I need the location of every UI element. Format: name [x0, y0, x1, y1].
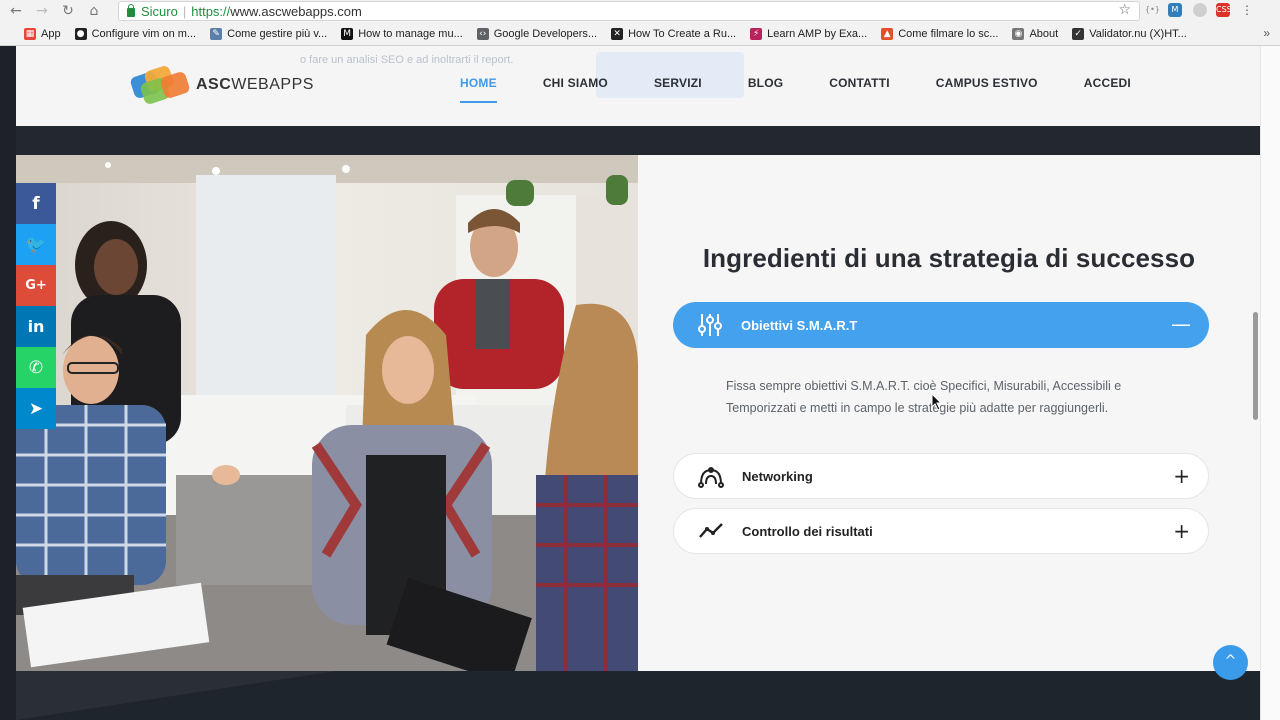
- url-scheme: https://: [191, 3, 231, 19]
- nav-item-accedi[interactable]: ACCEDI: [1084, 76, 1131, 90]
- bookmark-item[interactable]: ✕ How To Create a Ru...: [611, 27, 737, 40]
- code-icon: ‹›: [476, 27, 489, 40]
- bookmark-label: Configure vim on m...: [91, 27, 197, 40]
- accordion-item-1[interactable]: Obiettivi S.M.A.R.T —: [673, 302, 1209, 348]
- bookmarks-bar: ▦ App ● Configure vim on m... ✎ Come gestire …: [0, 22, 1280, 46]
- browser-toolbar: ← → ↻ ⌂ Sicuro | https:// www.ascwebapps…: [0, 0, 1280, 22]
- secure-label: Sicuro: [141, 3, 178, 19]
- extension-red-icon[interactable]: CSS: [1216, 3, 1232, 17]
- bookmark-label: Come filmare lo sc...: [898, 27, 999, 40]
- bookmark-item[interactable]: ✎ Come gestire più v...: [210, 27, 328, 40]
- nav-item-chi-siamo[interactable]: CHI SIAMO: [543, 76, 608, 90]
- bookmark-label: Learn AMP by Exa...: [767, 27, 868, 40]
- nav-item-contatti[interactable]: CONTATTI: [829, 76, 889, 90]
- browser-window: ← → ↻ ⌂ Sicuro | https:// www.ascwebapps…: [0, 0, 1280, 720]
- bookmark-label: Validator.nu (X)HT...: [1089, 27, 1187, 40]
- accordion-item-2[interactable]: Networking +: [673, 453, 1209, 499]
- lock-icon: [127, 3, 135, 17]
- nav-item-home[interactable]: HOME: [460, 76, 497, 103]
- extension-circle-icon[interactable]: [1193, 3, 1207, 17]
- bookmark-label: About: [1029, 27, 1059, 40]
- dark-section: [16, 671, 1260, 720]
- logo-text: ASCWEBAPPS: [196, 76, 314, 93]
- bookmark-item[interactable]: M How to manage mu...: [341, 27, 463, 40]
- trend-line-icon: [696, 516, 726, 546]
- expand-plus-icon[interactable]: +: [1173, 519, 1190, 543]
- vertical-scrollbar-track[interactable]: [1260, 46, 1280, 720]
- bookmark-item[interactable]: ✓ Validator.nu (X)HT...: [1072, 27, 1187, 40]
- accordion-title: Controllo dei risultati: [742, 523, 873, 539]
- vertical-scrollbar-thumb[interactable]: [1253, 312, 1258, 420]
- browser-menu-icon[interactable]: ⋮: [1240, 3, 1254, 17]
- site-header: o fare un analisi SEO e ad inoltrarti il…: [16, 46, 1260, 126]
- twitter-share-icon[interactable]: 🐦: [16, 224, 56, 265]
- bookmark-label: How to manage mu...: [358, 27, 463, 40]
- pen-icon: ✎: [210, 27, 223, 40]
- reload-icon[interactable]: ↻: [58, 1, 78, 21]
- extension-braces-icon[interactable]: {•}: [1145, 3, 1160, 17]
- bookmark-label: App: [41, 27, 61, 40]
- google-plus-share-icon[interactable]: G+: [16, 265, 56, 306]
- accordion-panel-text: Fissa sempre obiettivi S.M.A.R.T. cioè S…: [726, 379, 1122, 415]
- scroll-to-top-button[interactable]: ^: [1213, 645, 1248, 680]
- collapse-minus-icon[interactable]: —: [1171, 312, 1191, 336]
- extension-m-icon[interactable]: M: [1168, 3, 1182, 17]
- mouse-cursor-icon: [931, 393, 943, 411]
- bookmark-star-icon[interactable]: ☆: [1118, 2, 1131, 18]
- decorative-shape: [16, 671, 336, 720]
- logo-mark-icon: [129, 64, 194, 106]
- linkedin-share-icon[interactable]: in: [16, 306, 56, 347]
- network-icon: [696, 461, 726, 491]
- team-meeting-illustration: [16, 155, 638, 671]
- bookmark-label: Google Developers...: [493, 27, 598, 40]
- strategy-section: Ingredienti di una strategia di successo…: [638, 155, 1260, 671]
- bookmark-item[interactable]: ▲ Come filmare lo sc...: [881, 27, 999, 40]
- nav-item-servizi[interactable]: SERVIZI: [654, 76, 702, 90]
- main-nav: HOME CHI SIAMO SERVIZI BLOG CONTATTI CAMPUS E…: [460, 76, 1177, 103]
- overlay-ghost-text: o fare un analisi SEO e ad inoltrarti il…: [300, 54, 514, 66]
- accordion-item-3[interactable]: Controllo dei risultati +: [673, 508, 1209, 554]
- bookmark-item[interactable]: ● Configure vim on m...: [74, 27, 197, 40]
- nav-item-campus-estivo[interactable]: CAMPUS ESTIVO: [936, 76, 1038, 90]
- telegram-share-icon[interactable]: ➤: [16, 388, 56, 429]
- bookmark-item[interactable]: ⚡ Learn AMP by Exa...: [750, 27, 868, 40]
- accordion-title: Networking: [742, 468, 813, 484]
- site-logo[interactable]: ASCWEBAPPS: [129, 64, 314, 106]
- bookmark-item[interactable]: ‹› Google Developers...: [476, 27, 598, 40]
- url-host: www.ascwebapps.com: [230, 3, 362, 19]
- social-share-bar: f 🐦 G+ in ✆ ➤: [16, 183, 56, 429]
- triangle-icon: ▲: [881, 27, 894, 40]
- web-page: o fare un analisi SEO e ad inoltrarti il…: [16, 46, 1260, 720]
- expand-plus-icon[interactable]: +: [1173, 464, 1190, 488]
- validator-icon: ✓: [1072, 27, 1085, 40]
- amp-icon: ⚡: [750, 27, 763, 40]
- bookmark-label: Come gestire più v...: [227, 27, 328, 40]
- home-icon[interactable]: ⌂: [84, 1, 104, 21]
- section-heading: Ingredienti di una strategia di successo: [702, 243, 1196, 273]
- apps-grid-icon: ▦: [24, 27, 36, 40]
- nav-item-blog[interactable]: BLOG: [748, 76, 783, 90]
- address-bar[interactable]: Sicuro | https:// www.ascwebapps.com ☆: [118, 1, 1140, 21]
- accordion-title: Obiettivi S.M.A.R.T: [741, 317, 858, 333]
- bookmark-item[interactable]: ◉ About: [1012, 27, 1059, 40]
- team-meeting-photo: [16, 155, 638, 671]
- bookmark-label: How To Create a Ru...: [628, 27, 737, 40]
- shield-icon: ◉: [1012, 27, 1025, 40]
- github-icon: ●: [74, 27, 87, 40]
- medium-icon: M: [341, 27, 354, 40]
- back-arrow-icon[interactable]: ←: [6, 1, 26, 21]
- facebook-share-icon[interactable]: f: [16, 183, 56, 224]
- header-dark-strip: [16, 126, 1260, 155]
- address-separator: |: [182, 3, 187, 19]
- cross-icon: ✕: [611, 27, 624, 40]
- bookmark-item[interactable]: ▦ App: [24, 27, 61, 40]
- sliders-icon: [695, 310, 725, 340]
- whatsapp-share-icon[interactable]: ✆: [16, 347, 56, 388]
- forward-arrow-icon[interactable]: →: [32, 1, 52, 21]
- bookmarks-overflow-icon[interactable]: »: [1263, 26, 1270, 40]
- overlay-ghost-button: [596, 52, 744, 98]
